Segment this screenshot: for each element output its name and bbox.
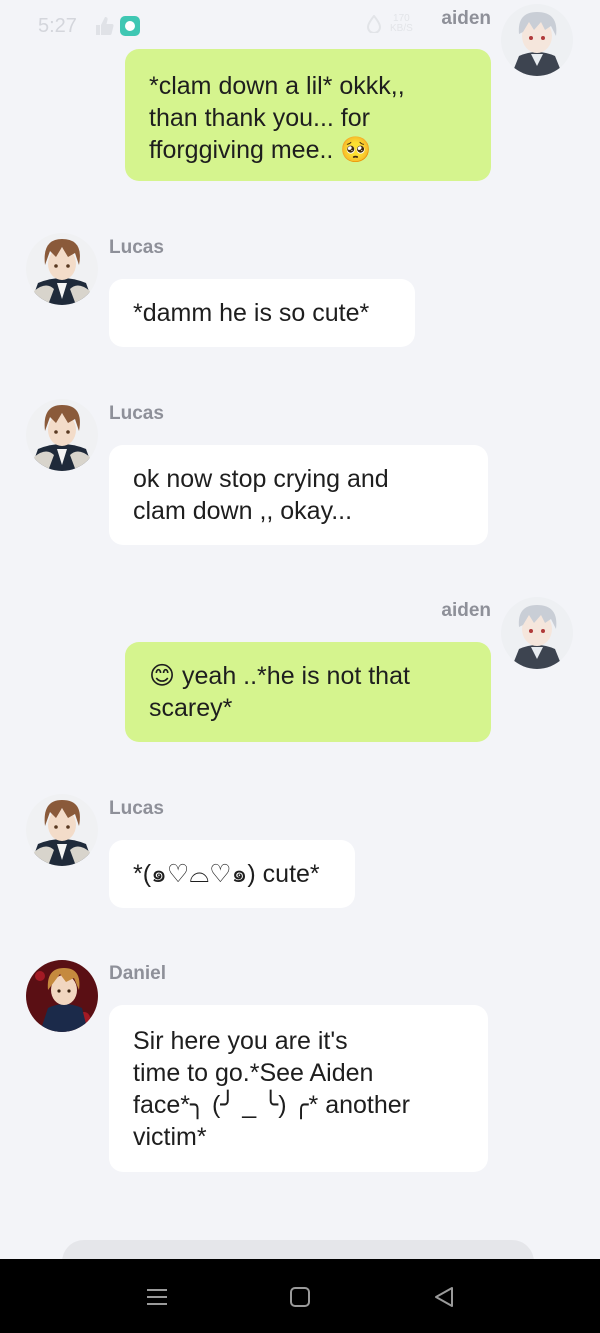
sender-name: aiden — [441, 600, 491, 621]
status-right-icons: 170 KB/S — [366, 14, 413, 34]
message-line: victim* — [133, 1123, 207, 1151]
message-line: face*╮ (╯ _ ╰) ╭* another — [133, 1091, 410, 1119]
home-square-icon[interactable] — [286, 1283, 314, 1311]
status-time: 5:27 — [38, 15, 77, 37]
lucas-avatar[interactable] — [26, 399, 98, 471]
menu-icon[interactable] — [143, 1283, 171, 1311]
message-line: *(๑♡⌓♡๑) cute* — [133, 860, 320, 888]
back-triangle-icon[interactable] — [430, 1283, 458, 1311]
aiden-avatar[interactable] — [501, 4, 573, 76]
message-bubble[interactable]: Sir here you are it's time to go.*See Ai… — [109, 1005, 488, 1172]
message-line: scarey* — [149, 694, 233, 722]
sender-name: Lucas — [109, 798, 164, 819]
lucas-avatar[interactable] — [26, 794, 98, 866]
lucas-avatar[interactable] — [26, 233, 98, 305]
message-line: 😊 yeah ..*he is not that — [149, 662, 410, 690]
status-notification-icons — [94, 16, 140, 36]
sender-name: aiden — [441, 8, 491, 29]
navigation-bar — [0, 1259, 600, 1333]
message-line: clam down ,, okay... — [133, 497, 353, 525]
message-line: Sir here you are it's — [133, 1027, 348, 1055]
aiden-avatar[interactable] — [501, 597, 573, 669]
message-bubble[interactable]: 😊 yeah ..*he is not that scarey* — [125, 642, 491, 742]
message-line: *clam down a lil* okkk,, — [149, 72, 405, 100]
message-line: *damm he is so cute* — [133, 299, 370, 327]
network-speed-unit: KB/S — [390, 23, 413, 34]
message-line: ok now stop crying and — [133, 465, 389, 493]
data-saver-icon — [366, 15, 382, 33]
message-bubble[interactable]: *(๑♡⌓♡๑) cute* — [109, 840, 355, 908]
sender-name: Daniel — [109, 963, 167, 984]
message-bubble[interactable]: *clam down a lil* okkk,, than thank you.… — [125, 49, 491, 181]
message-line: than thank you... for — [149, 104, 370, 132]
message-line: fforggiving mee.. 🥺 — [149, 136, 372, 164]
sender-name: Lucas — [109, 403, 164, 424]
message-bubble[interactable]: ok now stop crying and clam down ,, okay… — [109, 445, 488, 545]
thumb-up-icon — [96, 17, 114, 35]
daniel-avatar[interactable] — [26, 960, 98, 1032]
network-speed: 170 KB/S — [390, 14, 413, 34]
message-bubble[interactable]: *damm he is so cute* — [109, 279, 415, 347]
sender-name: Lucas — [109, 237, 164, 258]
message-line: time to go.*See Aiden — [133, 1059, 374, 1087]
app-notification-icon — [120, 16, 140, 36]
